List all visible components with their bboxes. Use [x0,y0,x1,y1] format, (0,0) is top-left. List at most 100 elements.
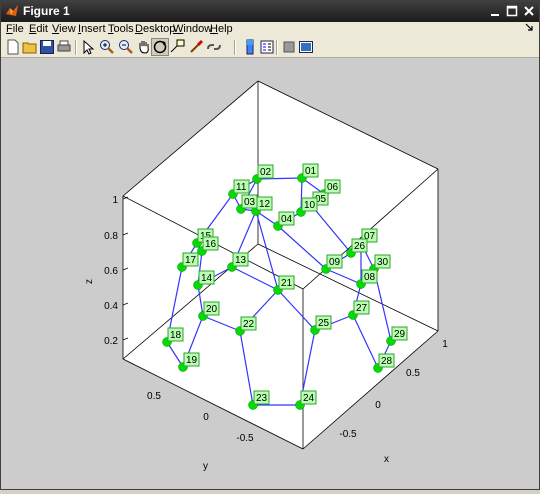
x-tick-label: 0 [375,400,381,411]
y-tick-label: -0.5 [236,433,254,444]
vertex-label: 08 [364,272,376,283]
colorbar-button[interactable] [242,39,258,55]
x-tick-label: 0.5 [406,368,420,379]
zoom-in-icon [100,40,114,54]
vertex-label: 02 [260,167,272,178]
brush-button[interactable] [188,39,204,55]
y-axis-label: y [203,461,208,472]
menu-help[interactable]: Help [210,23,233,35]
vertex-label: 22 [243,319,255,330]
vertex-label: 06 [327,182,339,193]
data-cursor-button[interactable] [169,39,185,55]
pan-button[interactable] [136,39,152,55]
menu-file[interactable]: File [6,23,24,35]
vertex-label: 12 [259,199,271,210]
x-tick-label: 1 [442,339,448,350]
vertex-label: 16 [205,239,217,250]
pan-icon [139,41,149,54]
close-icon [524,6,534,16]
vertex-label: 09 [329,257,341,268]
z-tick-label: 0.2 [104,336,118,347]
legend-icon [260,40,274,54]
open-file-icon [22,42,37,54]
toolbar-separator [75,40,77,55]
maximize-button[interactable] [504,4,520,18]
link-plot-icon [207,44,221,50]
z-axis-label: z [84,279,95,284]
vertex-label: 23 [256,393,268,404]
menu-insert[interactable]: Insert [78,23,106,35]
menu-bar: File Edit View Insert Tools Desktop Window Help [1,22,539,38]
matlab-logo-icon [6,5,18,16]
vertex-label: 01 [305,166,317,177]
brush-icon [190,39,204,53]
new-figure-button[interactable] [5,39,21,55]
vertex-label: 26 [354,241,366,252]
menu-desktop[interactable]: Desktop [135,23,175,35]
menu-view[interactable]: View [52,23,76,35]
legend-button[interactable] [259,39,275,55]
z-tick-label: 0.6 [104,266,118,277]
x-tick-label: -0.5 [339,429,357,440]
vertex-label: 14 [201,273,213,284]
vertex-label: 25 [318,318,330,329]
vertex-label: 04 [281,214,293,225]
show-plot-tools-icon [299,41,313,53]
plot-area[interactable]: 1 0.8 0.6 0.4 0.2 0.5 0 -0.5 1 0.5 0 -0.5 z y x 01 02 03 0… [1,58,539,489]
window-title: Figure 1 [23,4,70,18]
y-tick-label: 0 [203,412,209,423]
z-tick-label: 1 [112,195,118,206]
title-bar[interactable]: Figure 1 [1,1,539,22]
vertex-label: 21 [281,278,293,289]
axes-background [123,81,438,449]
y-tick-label: 0.5 [147,391,161,402]
rotate-3d-button[interactable] [151,38,169,56]
toolbar-separator [234,40,236,55]
z-tick-label: 0.8 [104,231,118,242]
hide-plot-tools-icon [283,41,295,53]
vertex-label: 03 [244,197,256,208]
edit-plot-icon [83,39,95,55]
vertex-label: 20 [206,304,218,315]
vertex-label: 18 [170,330,182,341]
vertex-label: 30 [377,257,389,268]
toolbar-separator [276,40,278,55]
figure-toolbar [1,38,539,58]
edit-plot-button[interactable] [80,39,96,55]
vertex-label: 13 [235,255,247,266]
zoom-in-button[interactable] [99,39,115,55]
print-icon [57,40,71,52]
vertex-label: 28 [381,356,393,367]
vertex-label: 17 [185,255,197,266]
maximize-icon [506,5,518,17]
new-figure-icon [7,39,19,55]
vertex-label: 24 [303,393,315,404]
3d-plot[interactable]: 1 0.8 0.6 0.4 0.2 0.5 0 -0.5 1 0.5 0 -0.5 z y x 01 02 03 0… [1,58,539,489]
menu-tools[interactable]: Tools [108,23,134,35]
minimize-button[interactable] [487,4,503,18]
menu-edit[interactable]: Edit [29,23,48,35]
vertex-label: 11 [236,182,247,193]
x-axis-label: x [384,454,389,465]
colorbar-icon [246,39,254,55]
link-plot-button[interactable] [206,39,222,55]
zoom-out-icon [119,40,133,54]
open-file-button[interactable] [22,39,38,55]
save-button[interactable] [39,39,55,55]
vertex-label: 29 [394,329,406,340]
hide-plot-tools-button[interactable] [281,39,297,55]
menu-window[interactable]: Window [173,23,212,35]
vertex-label: 10 [304,200,316,211]
minimize-icon [491,14,499,16]
data-cursor-icon [170,39,185,53]
rotate-3d-icon [153,40,167,54]
figure-window: Figure 1 File Edit View Insert Tools Desktop W… [0,0,540,490]
dock-arrow-icon[interactable] [525,23,533,31]
z-tick-label: 0.4 [104,301,118,312]
print-button[interactable] [56,39,72,55]
zoom-out-button[interactable] [118,39,134,55]
show-plot-tools-button[interactable] [298,39,314,55]
save-icon [40,40,54,54]
vertex-label: 27 [356,303,368,314]
close-button[interactable] [521,4,537,18]
